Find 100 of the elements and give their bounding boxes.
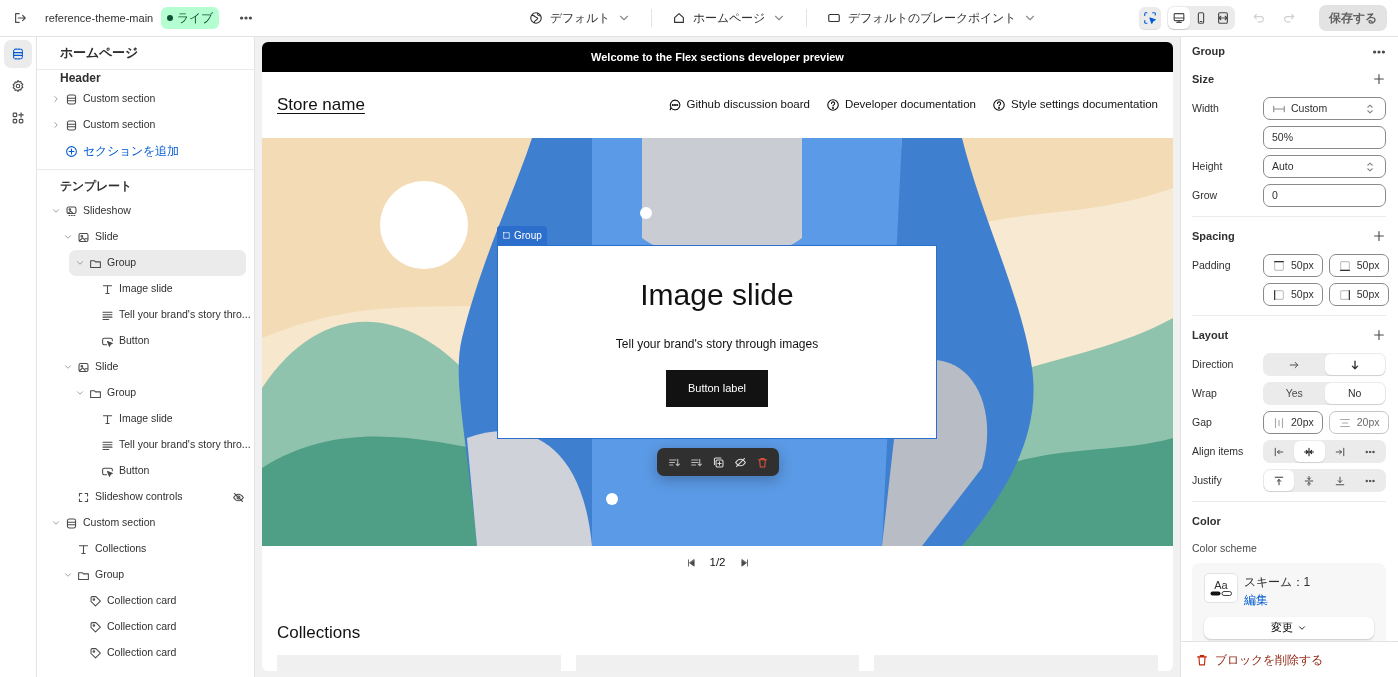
segment-option[interactable]: Yes	[1264, 383, 1325, 404]
sidebar-title: ホームページ	[37, 37, 254, 70]
section-heading: Size	[1192, 71, 1214, 87]
edit-link[interactable]: 編集	[1243, 590, 1311, 609]
undo-icon	[1251, 11, 1266, 25]
width-field[interactable]: 50%	[1263, 126, 1386, 149]
tree-item[interactable]: Slide	[57, 354, 246, 380]
plus-circle-icon	[65, 144, 78, 158]
monitor-icon	[827, 11, 842, 25]
justify-start-icon	[1273, 474, 1286, 487]
slideshow-icon	[65, 204, 78, 218]
add-button[interactable]	[1372, 328, 1386, 342]
column-gap-icon	[1272, 415, 1286, 430]
select-cursor-icon	[1143, 11, 1158, 25]
settings-icon	[11, 79, 25, 93]
delete-block-button[interactable]: ブロックを削除する	[1195, 650, 1323, 669]
padding-field[interactable]: 50px	[1263, 283, 1323, 306]
tree-item[interactable]: Image slide	[81, 406, 246, 432]
tree-item[interactable]: Collection card	[69, 640, 246, 666]
align-center-icon	[1303, 445, 1316, 458]
breakpoint-selector[interactable]: デフォルトのブレークポイント	[821, 9, 1044, 27]
section-heading: Spacing	[1192, 228, 1235, 244]
plus-icon	[1372, 328, 1386, 342]
tree-item[interactable]: Button	[81, 328, 246, 354]
tag-icon	[89, 620, 102, 634]
tree-item[interactable]: Collection card	[69, 614, 246, 640]
justify-center-icon	[1303, 474, 1316, 487]
padding-field[interactable]: 50px	[1263, 254, 1323, 277]
align-end-icon	[1333, 445, 1346, 458]
home-icon	[672, 11, 687, 25]
exit-icon	[13, 11, 27, 25]
tree-item[interactable]: Slideshow	[45, 198, 246, 224]
tree-item[interactable]: Collections	[57, 536, 246, 562]
redo-icon	[1282, 11, 1297, 25]
rail-tab[interactable]	[4, 40, 32, 68]
page-selector[interactable]: ホームページ	[666, 9, 793, 27]
height-select[interactable]: Auto	[1263, 155, 1386, 178]
justify-end-icon	[1333, 474, 1346, 487]
section-icon	[65, 516, 78, 530]
field-label: Height	[1192, 158, 1224, 174]
theme-selector[interactable]: デフォルト	[523, 9, 638, 27]
padding-left-icon	[1272, 287, 1286, 302]
trash-button[interactable]	[755, 455, 769, 469]
grow-field[interactable]: 0	[1263, 184, 1386, 207]
add-section-link[interactable]: セクションを追加	[45, 138, 246, 164]
image-icon	[77, 230, 90, 244]
slide-text: Tell your brand's story through images	[615, 336, 819, 354]
store-name-link[interactable]: Store name	[277, 92, 365, 118]
tree-item[interactable]: Group	[69, 380, 246, 406]
change-button[interactable]: 変更	[1204, 616, 1374, 639]
segment-option[interactable]	[1294, 441, 1325, 462]
group-tag: Group	[497, 226, 547, 245]
nav-link[interactable]: Github discussion board	[667, 96, 810, 114]
frame-icon	[77, 490, 90, 504]
expand-width-icon	[1215, 11, 1230, 25]
field-label: Color scheme	[1192, 541, 1258, 556]
globe-icon	[529, 11, 544, 25]
collections-heading: Collections	[276, 622, 362, 644]
tree-item[interactable]: Slide	[57, 224, 246, 250]
help-icon	[991, 98, 1006, 112]
text-icon	[101, 282, 114, 296]
exit-button[interactable]	[13, 11, 27, 25]
add-button[interactable]	[1372, 72, 1386, 86]
hide-button[interactable]	[733, 455, 747, 469]
scheme-name: スキーム：1	[1243, 573, 1311, 591]
trash-icon	[1195, 652, 1209, 667]
text-icon	[101, 412, 114, 426]
plus-icon	[1372, 72, 1386, 86]
width-select[interactable]: Custom	[1263, 97, 1386, 120]
inspector-toggle[interactable]	[1139, 7, 1162, 29]
status-badge: ライブ	[161, 7, 220, 29]
segment-option[interactable]: No	[1324, 383, 1385, 404]
nav-link[interactable]: Developer documentation	[825, 96, 976, 114]
padding-field[interactable]: 50px	[1328, 283, 1389, 306]
tree-item[interactable]: Group	[69, 250, 246, 276]
tree-item[interactable]: Slideshow controls	[57, 484, 246, 510]
tree-item[interactable]: Custom section	[45, 86, 246, 112]
tree-item[interactable]: Image slide	[81, 276, 246, 302]
theme-name: reference-theme-main	[45, 10, 154, 26]
field-label: Gap	[1192, 414, 1213, 430]
device-toggle[interactable]	[1167, 7, 1190, 29]
align-start-icon	[1273, 445, 1286, 458]
duplicate-button[interactable]	[711, 455, 725, 469]
section-heading: Layout	[1192, 327, 1229, 343]
gap-field[interactable]: 20px	[1263, 411, 1323, 434]
trash-icon	[755, 455, 769, 469]
desktop-icon	[1171, 11, 1186, 25]
field-label: Width	[1192, 100, 1220, 116]
tree-item[interactable]: Button	[81, 458, 246, 484]
padding-field[interactable]: 50px	[1328, 254, 1389, 277]
slide-button[interactable]: Button label	[665, 370, 769, 407]
tree-item[interactable]: Custom section	[45, 510, 246, 536]
add-button[interactable]	[1372, 229, 1386, 243]
tree-item[interactable]: Custom section	[45, 112, 246, 138]
nav-link[interactable]: Style settings documentation	[991, 96, 1158, 114]
section-icon	[65, 118, 78, 132]
hide-icon	[733, 455, 747, 469]
tree-item[interactable]: Group	[57, 562, 246, 588]
field-label: Wrap	[1192, 385, 1218, 401]
tree-item[interactable]: Collection card	[69, 588, 246, 614]
